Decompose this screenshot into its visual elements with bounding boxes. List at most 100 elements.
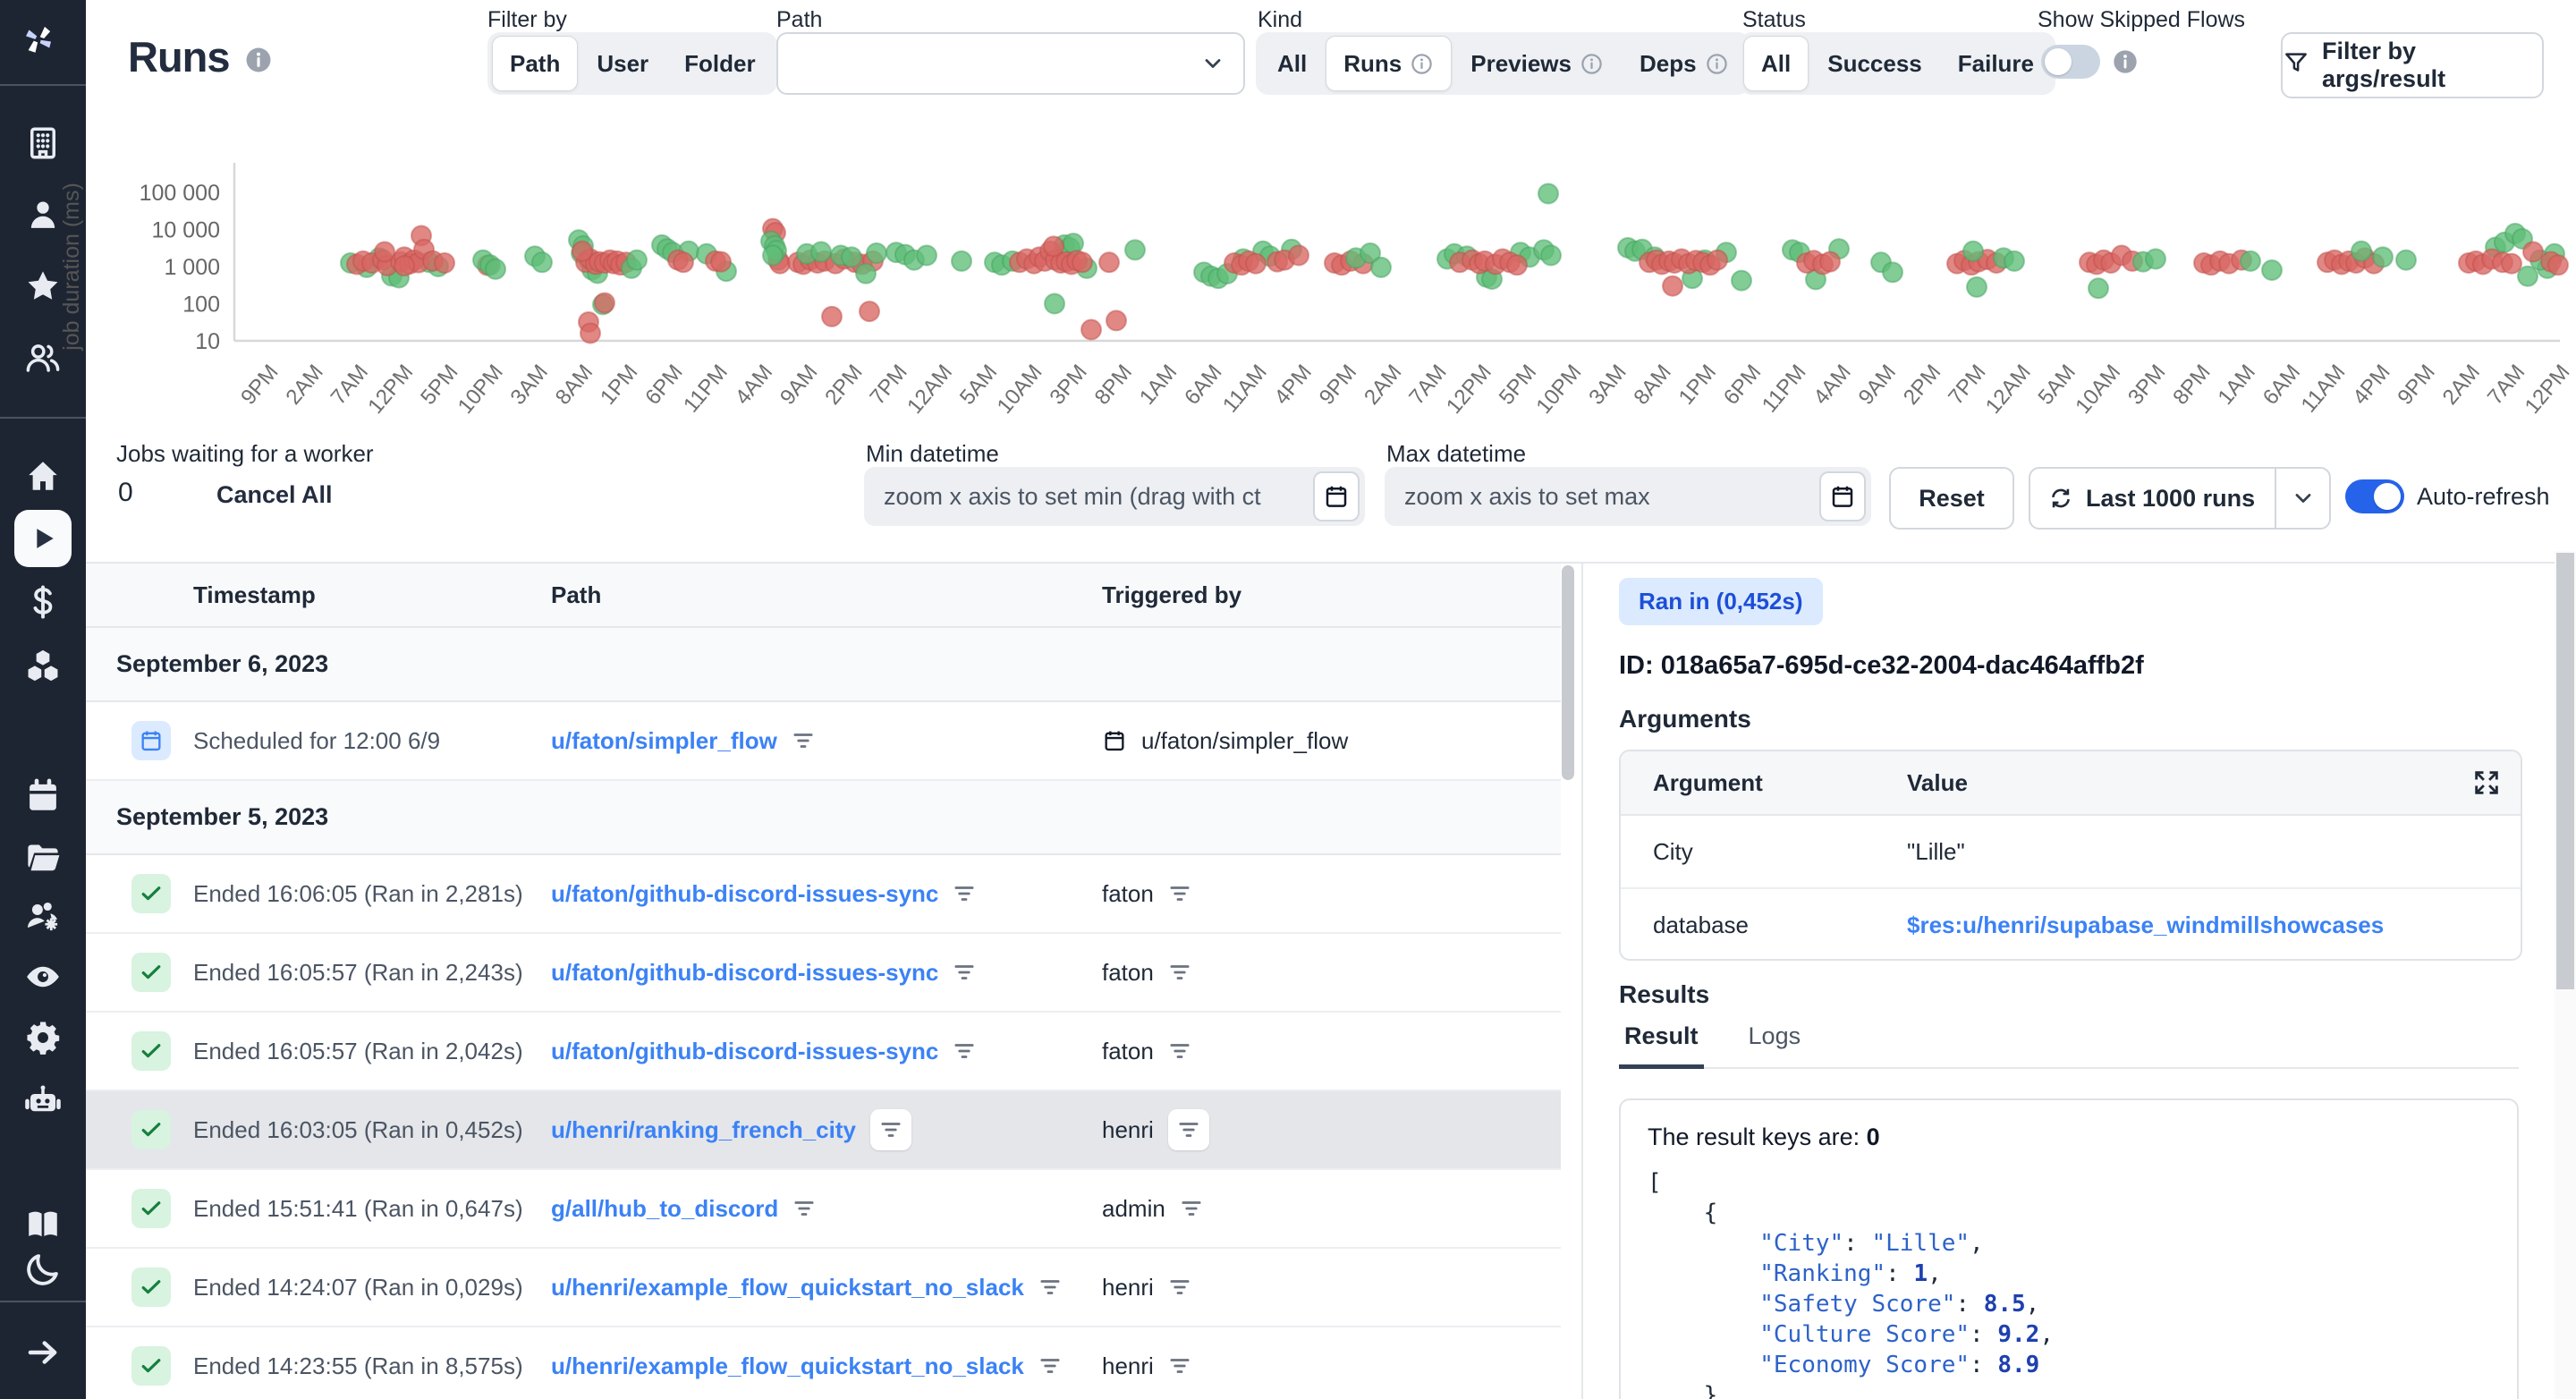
run-row[interactable]: Ended 16:05:57 (Ran in 2,243s)u/faton/gi… <box>86 934 1561 1013</box>
filter-icon[interactable] <box>1168 882 1191 905</box>
sidebar-item-gear[interactable] <box>0 1013 86 1063</box>
info-icon[interactable] <box>1705 52 1729 76</box>
page-scrollbar[interactable] <box>2555 551 2576 1399</box>
expand-icon[interactable] <box>2470 767 2503 799</box>
last-runs-button[interactable]: Last 1000 runs <box>2029 467 2331 530</box>
run-path-link[interactable]: u/faton/simpler_flow <box>551 727 777 755</box>
segment-option-deps[interactable]: Deps <box>1623 37 1746 90</box>
x-tick-label: 11AM <box>1218 360 1272 418</box>
show-skipped-info-icon[interactable] <box>2111 47 2140 81</box>
show-skipped-toggle[interactable] <box>2041 45 2100 79</box>
path-cell: u/henri/example_flow_quickstart_no_slack <box>551 1327 1062 1399</box>
run-row[interactable]: Ended 16:06:05 (Ran in 2,281s)u/faton/gi… <box>86 855 1561 934</box>
info-icon[interactable] <box>1410 52 1434 76</box>
sidebar-item-cubes[interactable] <box>0 640 86 691</box>
segment-option-all[interactable]: All <box>1743 36 1809 91</box>
scheduled-run-row[interactable]: Scheduled for 12:00 6/9u/faton/simpler_f… <box>86 702 1561 781</box>
min-datetime-placeholder: zoom x axis to set min (drag with ct <box>864 483 1313 511</box>
run-row[interactable]: Ended 14:24:07 (Ran in 0,029s) u/henri/ex… <box>86 1249 1561 1327</box>
run-path-link[interactable]: u/henri/ranking_french_city <box>551 1116 856 1144</box>
segment-option-folder[interactable]: Folder <box>667 37 772 90</box>
reset-button[interactable]: Reset <box>1889 467 2014 530</box>
sidebar-item-play[interactable] <box>0 513 86 564</box>
json-token <box>1648 1321 1759 1348</box>
filter-icon[interactable] <box>953 1039 976 1063</box>
run-timestamp: Ended 14:24:07 (Ran in 0,029s) <box>193 1249 523 1326</box>
run-path-link[interactable]: u/henri/example_flow_quickstart_no_slack <box>551 1274 1024 1301</box>
triggered-by-cell: henri <box>1102 1091 1209 1168</box>
filter-icon[interactable] <box>1168 1276 1191 1299</box>
filter-icon[interactable] <box>870 1109 911 1150</box>
success-check-icon <box>131 1189 171 1228</box>
run-path-link[interactable]: g/all/hub_to_discord <box>551 1195 778 1223</box>
args-row: database$res:u/henri/supabase_windmillsh… <box>1621 889 2521 961</box>
sidebar-item-arrow-right[interactable] <box>0 1327 86 1378</box>
sidebar-item-book[interactable] <box>0 1200 86 1250</box>
run-row[interactable]: Ended 15:51:41 (Ran in 0,647s)g/all/hub_… <box>86 1170 1561 1249</box>
filter-icon[interactable] <box>792 1197 816 1220</box>
x-tick-label: 9PM <box>2393 360 2439 410</box>
chevron-down-icon[interactable] <box>2276 486 2329 511</box>
tab-logs[interactable]: Logs <box>1743 1022 1807 1067</box>
tab-result[interactable]: Result <box>1619 1022 1704 1069</box>
segment-option-failure[interactable]: Failure <box>1941 37 2051 90</box>
reset-label: Reset <box>1919 485 1985 513</box>
info-icon[interactable] <box>1580 52 1604 76</box>
job-duration-chart[interactable]: job duration (ms)100 00010 0001 00010010… <box>0 134 2576 435</box>
sidebar-item-robot[interactable] <box>0 1075 86 1125</box>
filter-icon[interactable] <box>792 729 815 752</box>
run-path-link[interactable]: u/henri/example_flow_quickstart_no_slack <box>551 1352 1024 1380</box>
run-path-link[interactable]: u/faton/github-discord-issues-sync <box>551 880 938 908</box>
run-row[interactable]: Ended 14:23:55 (Ran in 8,575s)u/henri/ex… <box>86 1327 1561 1399</box>
sidebar-item-users-gear[interactable] <box>0 891 86 941</box>
sidebar-item-calendar[interactable] <box>0 771 86 821</box>
chevron-down-icon <box>1200 51 1225 76</box>
min-datetime-input[interactable]: zoom x axis to set min (drag with ct <box>864 467 1365 526</box>
arg-value-link[interactable]: $res:u/henri/supabase_windmillshowcases <box>1907 889 2384 961</box>
run-path-link[interactable]: u/faton/github-discord-issues-sync <box>551 1038 938 1065</box>
run-point <box>674 252 693 272</box>
min-datetime-calendar-icon[interactable] <box>1313 471 1360 521</box>
table-scrollbar[interactable] <box>1562 565 1574 1395</box>
auto-refresh-toggle[interactable] <box>2345 479 2404 513</box>
sidebar-divider <box>0 84 86 86</box>
sidebar-item-eye[interactable] <box>0 952 86 1002</box>
sidebar-item-folder[interactable] <box>0 832 86 882</box>
cancel-all-button[interactable]: Cancel All <box>216 481 333 509</box>
runs-info-icon[interactable] <box>243 45 274 80</box>
filter-icon[interactable] <box>1180 1197 1203 1220</box>
filter-args-button[interactable]: Filter by args/result <box>2281 32 2544 98</box>
segment-option-user[interactable]: User <box>580 37 665 90</box>
run-path-link[interactable]: u/faton/github-discord-issues-sync <box>551 959 938 987</box>
segment-option-success[interactable]: Success <box>1810 37 1939 90</box>
run-point <box>1883 262 1902 282</box>
x-tick-label: 12PM <box>1442 360 1496 419</box>
segment-option-runs[interactable]: Runs <box>1326 36 1452 91</box>
run-row[interactable]: Ended 16:03:05 (Ran in 0,452s)u/henri/ra… <box>86 1091 1561 1170</box>
filter-icon[interactable] <box>953 882 976 905</box>
segment-option-all[interactable]: All <box>1260 37 1324 90</box>
run-point <box>2548 255 2568 275</box>
filter-icon[interactable] <box>953 961 976 984</box>
x-tick-label: 4PM <box>1270 360 1317 410</box>
filter-icon[interactable] <box>1038 1276 1062 1299</box>
path-select[interactable] <box>776 32 1245 95</box>
json-token: : <box>1843 1230 1871 1257</box>
max-datetime-input[interactable]: zoom x axis to set max <box>1385 467 1871 526</box>
x-tick-label: 12AM <box>902 360 957 419</box>
book-icon <box>24 1206 62 1243</box>
sidebar-item-moon[interactable] <box>0 1244 86 1294</box>
segment-option-path[interactable]: Path <box>492 36 578 91</box>
max-datetime-calendar-icon[interactable] <box>1819 471 1866 521</box>
run-row[interactable]: Ended 16:05:57 (Ran in 2,042s)u/faton/gi… <box>86 1013 1561 1091</box>
filter-icon[interactable] <box>1168 1354 1191 1378</box>
sidebar-item-dollar[interactable] <box>0 577 86 627</box>
filter-icon[interactable] <box>1168 1109 1209 1150</box>
calendar-icon <box>24 777 62 815</box>
json-token <box>1648 1352 1759 1378</box>
segment-option-previews[interactable]: Previews <box>1453 37 1621 90</box>
sidebar-item-home[interactable] <box>0 451 86 501</box>
filter-icon[interactable] <box>1168 1039 1191 1063</box>
filter-icon[interactable] <box>1038 1354 1062 1378</box>
filter-icon[interactable] <box>1168 961 1191 984</box>
